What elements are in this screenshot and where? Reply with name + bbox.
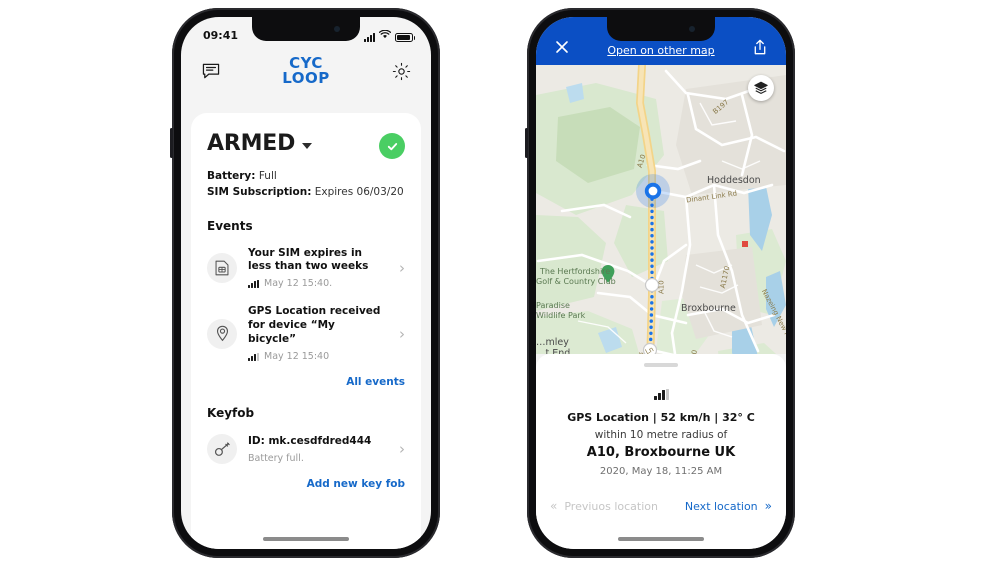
event-body: GPS Location received for device “My bic… [248, 305, 382, 362]
all-events-link[interactable]: All events [207, 376, 405, 388]
open-on-other-map-link[interactable]: Open on other map [607, 44, 714, 57]
map-label-hoddesdon: Hoddesdon [707, 175, 761, 186]
events-title: Events [207, 218, 253, 233]
add-key-fob-link[interactable]: Add new key fob [207, 478, 405, 490]
battery-icon [395, 32, 415, 42]
check-circle-icon [379, 133, 405, 159]
signal-bars-icon [653, 389, 669, 400]
keyfob-battery: Battery full. [248, 452, 304, 464]
gps-timestamp: 2020, May 18, 11:25 AM [599, 466, 723, 477]
battery-value: Full [258, 170, 277, 182]
gps-radius-text: within 10 metre radius of [594, 429, 728, 441]
chevron-double-right-icon: » [764, 499, 772, 513]
map-label-broxbourne: Broxbourne [681, 303, 736, 314]
map-label-hertfordshire-golf-1: The Hertfordshire [540, 267, 611, 276]
chevron-right-icon[interactable]: › [393, 325, 405, 343]
location-detail-sheet: GPS Location | 52 km/h | 32° C within 10… [536, 354, 786, 549]
signal-bars-icon [248, 279, 259, 288]
signal-bars-icon [364, 32, 375, 42]
app-header: CYC LOOP [181, 47, 431, 95]
chevron-down-icon[interactable] [302, 143, 313, 149]
previous-location-button[interactable]: « Previuos location [550, 499, 658, 513]
wifi-icon [378, 29, 392, 42]
status-time: 09:41 [203, 28, 239, 42]
screenshot-canvas: 09:41 CYC LOOP ARMED Battery: Full SIM S… [0, 0, 1005, 565]
gear-icon[interactable] [389, 59, 413, 83]
next-location-label: Next location [684, 499, 758, 513]
battery-label: Battery: [207, 170, 256, 182]
chat-bubble-icon[interactable] [199, 59, 223, 83]
list-item-time: May 12 15:40 [264, 351, 330, 363]
next-location-button[interactable]: Next location » [685, 499, 772, 513]
list-item[interactable]: ID: mk.cesdfdred444 Battery full. › [207, 426, 405, 472]
phone-left: 09:41 CYC LOOP ARMED Battery: Full SIM S… [170, 8, 440, 558]
device-card: ARMED Battery: Full SIM Subscription: Ex… [191, 113, 421, 549]
chevron-double-left-icon: « [550, 499, 558, 513]
sim-row: SIM Subscription: Expires 06/03/20 [207, 184, 405, 200]
gps-headline: GPS Location | 52 km/h | 32° C [567, 411, 755, 424]
sim-label: SIM Subscription: [207, 186, 312, 199]
keyfob-body: ID: mk.cesdfdred444 Battery full. [248, 435, 382, 464]
front-camera-icon [689, 26, 695, 32]
chevron-right-icon[interactable]: › [393, 259, 405, 277]
key-icon [207, 434, 237, 465]
list-item-title: GPS Location received for device “My bic… [248, 305, 381, 346]
previous-location-label: Previuos location [564, 499, 658, 513]
home-indicator [618, 537, 704, 541]
list-item-subtitle: May 12 15:40 [248, 351, 382, 362]
armed-label: ARMED [207, 131, 296, 156]
list-item-subtitle: May 12 15:40. [248, 278, 382, 289]
phone-left-screen: 09:41 CYC LOOP ARMED Battery: Full SIM S… [181, 17, 431, 549]
signal-strength [653, 389, 669, 400]
layers-icon[interactable] [748, 75, 774, 101]
phone-right-screen: Open on other map Hoddesdon Broxbourne T… [536, 17, 786, 549]
logo-line-2: LOOP [282, 69, 330, 87]
device-meta: Battery: Full SIM Subscription: Expires … [207, 168, 405, 201]
map-canvas[interactable]: Hoddesdon Broxbourne The Hertfordshire G… [536, 65, 786, 354]
signal-bars-icon [248, 352, 259, 361]
map-label-partial-1: …mley [536, 337, 569, 348]
phone-right: Open on other map Hoddesdon Broxbourne T… [525, 8, 795, 558]
sim-card-icon [207, 252, 237, 283]
keyfob-id: ID: mk.cesdfdred444 [248, 434, 372, 447]
battery-row: Battery: Full [207, 168, 405, 184]
home-indicator [263, 537, 349, 541]
map-label-wildlife-park: Wildlife Park [536, 311, 586, 320]
map-label-hertfordshire-golf-2: Golf & Country Club [536, 277, 616, 286]
list-item[interactable]: Your SIM expires in less than two weeks … [207, 239, 405, 298]
location-pin-icon [207, 318, 237, 349]
front-camera-icon [334, 26, 340, 32]
notch [607, 17, 715, 41]
location-nav-row: « Previuos location Next location » [536, 499, 786, 513]
notch [252, 17, 360, 41]
list-item-title: Your SIM expires in less than two weeks [248, 246, 369, 273]
drag-handle[interactable] [644, 363, 678, 367]
sim-value: Expires 06/03/20 [314, 186, 404, 199]
close-x-icon[interactable] [552, 37, 572, 57]
chevron-right-icon[interactable]: › [393, 440, 405, 458]
armed-status-dropdown[interactable]: ARMED [207, 131, 313, 156]
cycloop-logo: CYC LOOP [282, 56, 330, 86]
list-item-time: May 12 15:40. [264, 278, 333, 290]
keyfob-title: Keyfob [207, 406, 255, 421]
list-item[interactable]: GPS Location received for device “My bic… [207, 297, 405, 370]
status-indicators [364, 29, 415, 42]
share-icon[interactable] [750, 37, 770, 57]
map-label-a10-south: A10 [657, 280, 666, 295]
map-label-paradise: Paradise [536, 301, 570, 310]
gps-address: A10, Broxbourne UK [586, 445, 736, 460]
event-body: Your SIM expires in less than two weeks … [248, 246, 382, 289]
device-status-row: ARMED [207, 131, 405, 159]
